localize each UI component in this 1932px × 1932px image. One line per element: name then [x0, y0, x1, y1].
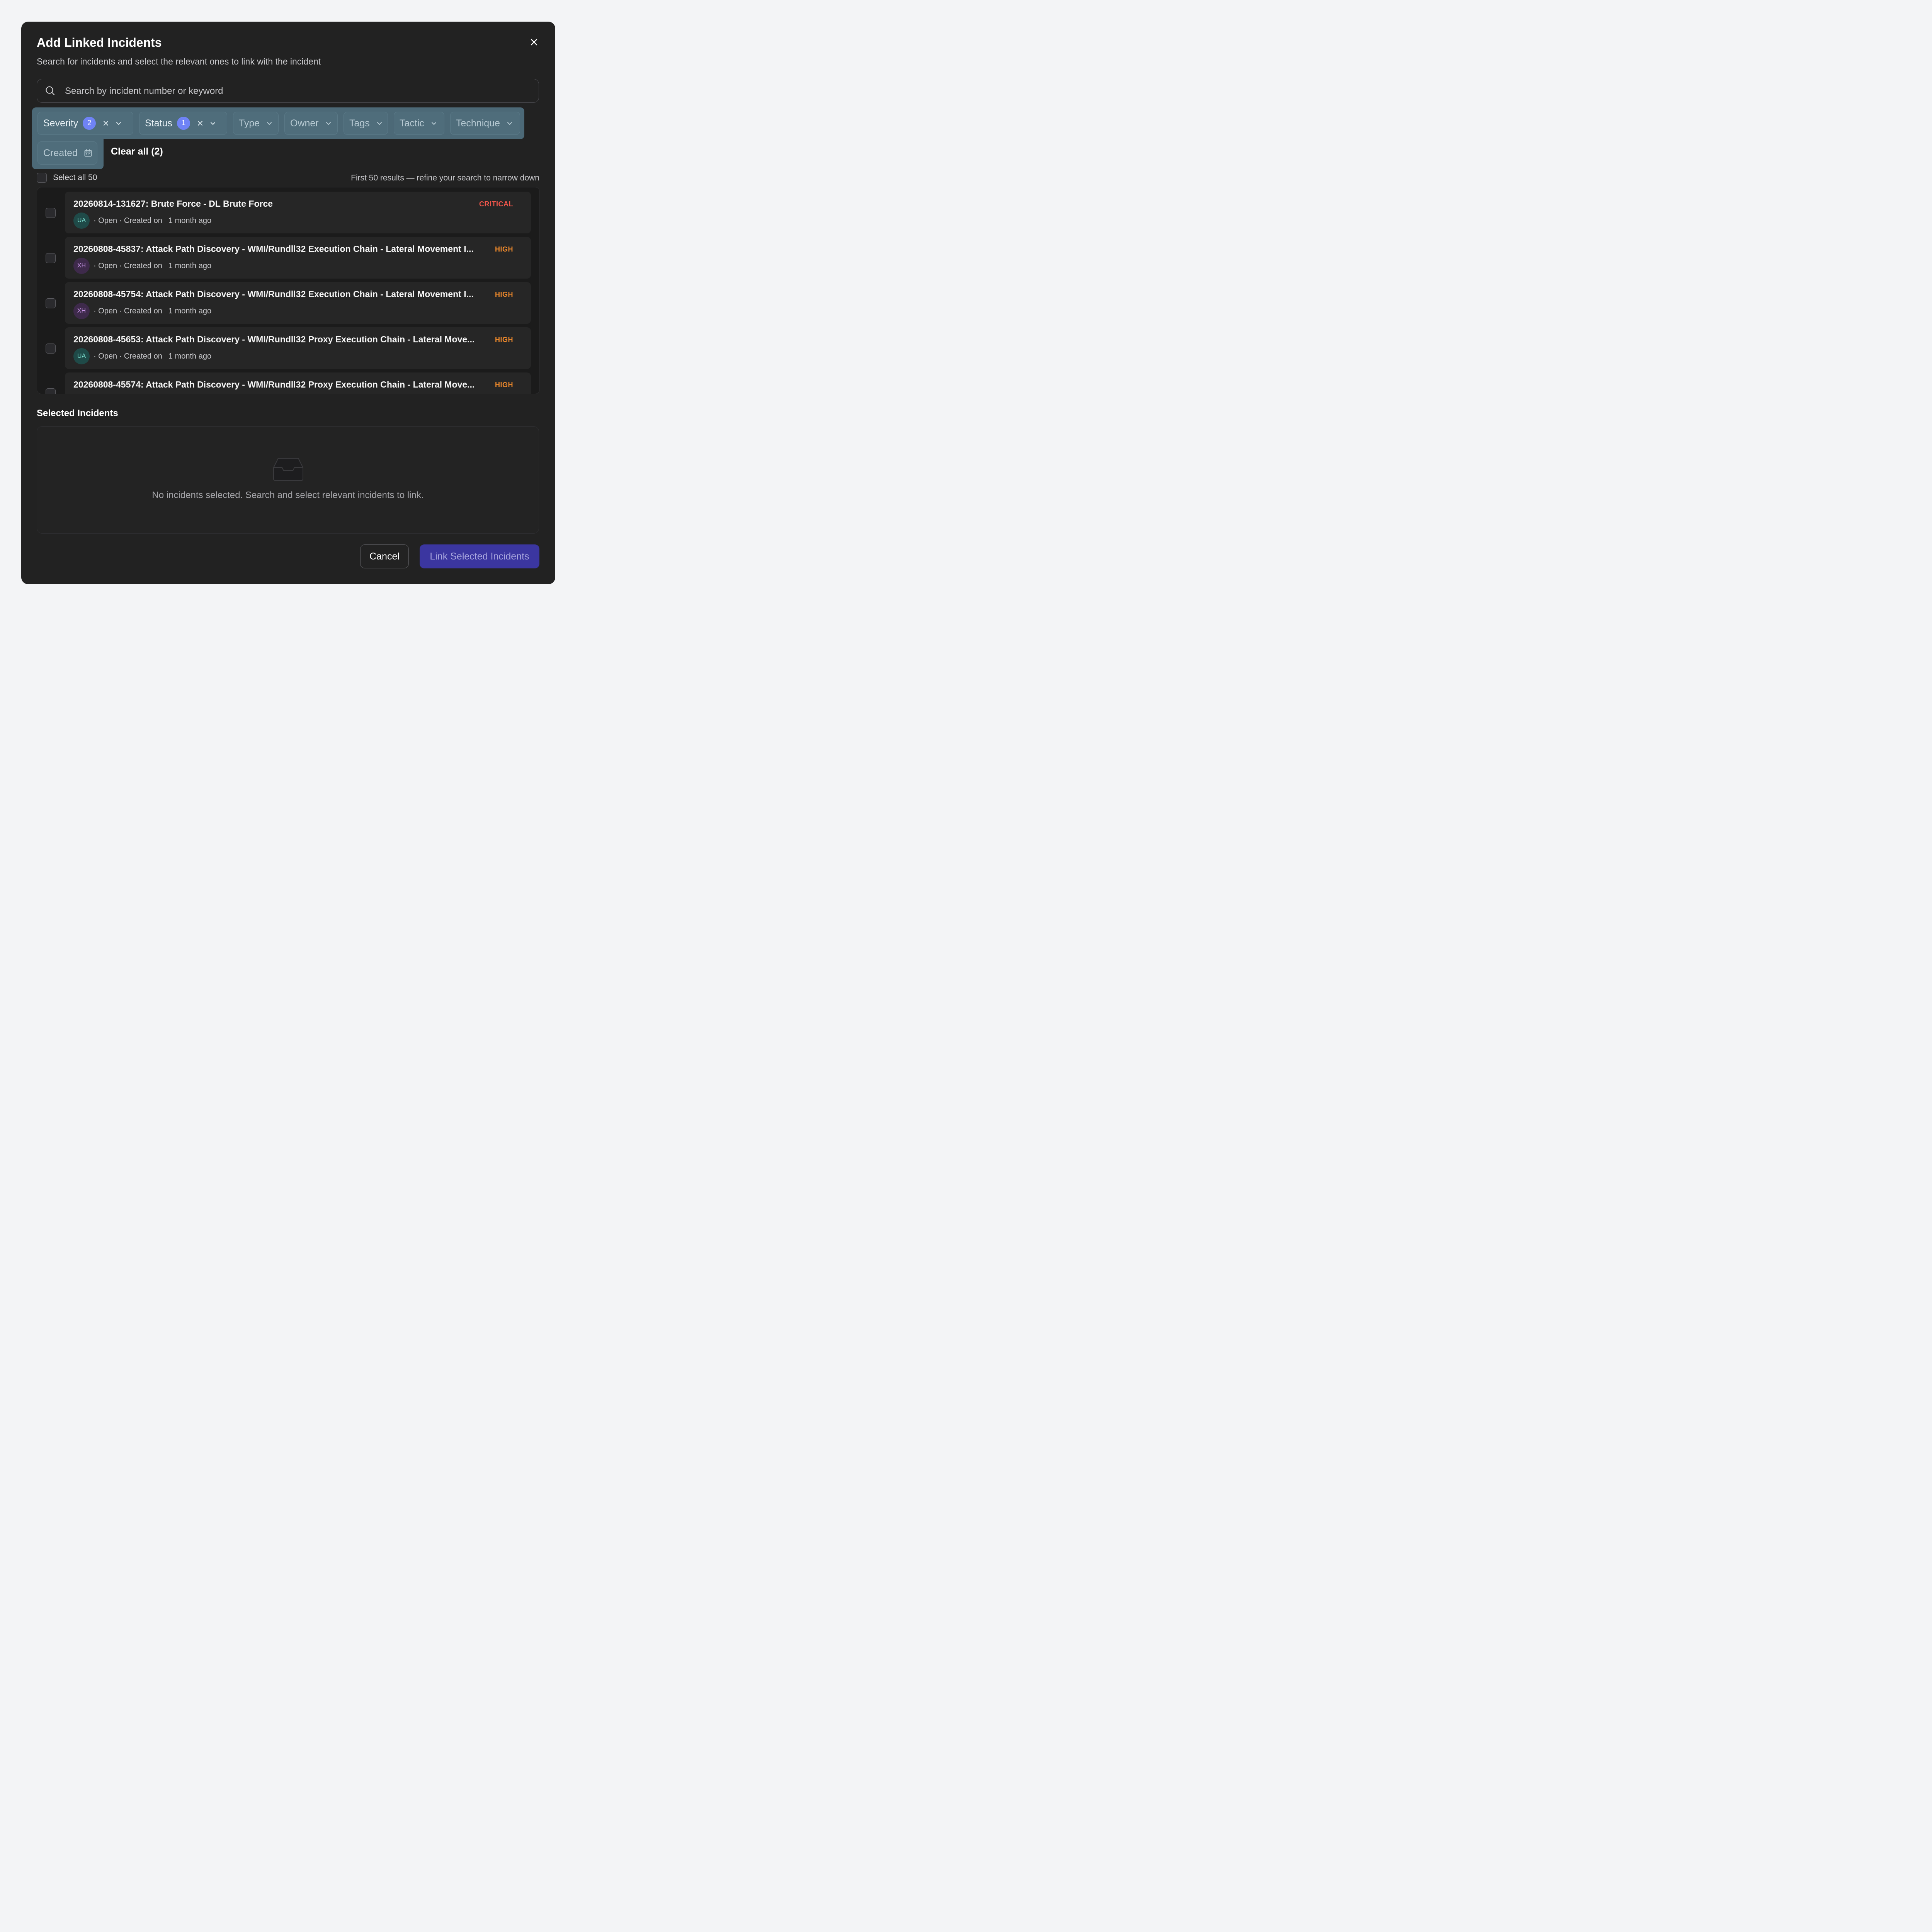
filter-tactic-label: Tactic [400, 117, 424, 129]
filter-owner-label: Owner [290, 117, 319, 129]
filter-owner[interactable]: Owner [284, 112, 338, 135]
incident-date: 1 month ago [168, 352, 212, 361]
incident-meta: UA · Open · Created on 1 month ago [73, 348, 211, 364]
filter-created-label: Created [43, 147, 78, 158]
filter-technique[interactable]: Technique [450, 112, 520, 135]
close-icon[interactable] [528, 36, 540, 48]
avatar: XH [73, 303, 90, 319]
chevron-down-icon [376, 120, 383, 127]
filter-status[interactable]: Status 1 [139, 112, 227, 135]
filter-tags-label: Tags [349, 117, 370, 129]
filter-severity[interactable]: Severity 2 [37, 112, 133, 135]
select-all-label: Select all 50 [53, 173, 97, 182]
chevron-down-icon [266, 120, 273, 127]
incident-meta: UA · Open · Created on 1 month ago [73, 212, 212, 229]
selected-incidents-title: Selected Incidents [37, 408, 118, 418]
incident-title: 20260814-131627: Brute Force - DL Brute … [73, 198, 273, 209]
chevron-down-icon [325, 120, 332, 127]
filter-severity-label: Severity [43, 117, 78, 129]
chevron-down-icon [115, 120, 122, 127]
incident-row[interactable]: 20260814-131627: Brute Force - DL Brute … [65, 191, 531, 233]
empty-state-text: No incidents selected. Search and select… [152, 490, 424, 500]
inbox-icon [273, 457, 303, 481]
incident-status: · Open · Created on [93, 261, 162, 270]
cancel-button[interactable]: Cancel [360, 544, 409, 568]
calendar-icon [84, 149, 92, 157]
chevron-down-icon [430, 120, 437, 127]
stage: Add Linked Incidents Search for incident… [0, 0, 577, 606]
modal-subtitle: Search for incidents and select the rele… [37, 56, 321, 66]
incident-title: 20260808-45837: Attack Path Discovery - … [73, 244, 474, 254]
close-button[interactable] [528, 36, 540, 48]
incident-row[interactable]: 20260808-45837: Attack Path Discovery - … [65, 237, 531, 279]
incident-checkbox[interactable] [45, 343, 56, 354]
filter-type-label: Type [238, 117, 260, 129]
results-note: First 50 results — refine your search to… [351, 173, 539, 182]
filter-created[interactable]: Created [37, 141, 97, 165]
filter-severity-count: 2 [83, 116, 96, 130]
filter-status-label: Status [145, 117, 172, 129]
avatar: XH [73, 258, 90, 274]
incident-checkbox[interactable] [45, 388, 56, 394]
filter-type[interactable]: Type [233, 112, 279, 135]
select-all[interactable]: Select all 50 [37, 172, 97, 183]
incident-meta: XH · Open · Created on 1 month ago [73, 303, 211, 319]
select-all-checkbox[interactable] [37, 172, 47, 183]
severity-badge: HIGH [495, 245, 513, 253]
incident-checkbox[interactable] [45, 208, 56, 218]
add-linked-incidents-modal: Add Linked Incidents Search for incident… [21, 21, 555, 584]
filter-tags[interactable]: Tags [343, 112, 388, 135]
clear-all-filters-button[interactable]: Clear all (2) [111, 146, 163, 157]
incident-date: 1 month ago [168, 306, 212, 315]
filter-technique-label: Technique [456, 117, 500, 129]
incident-checkbox[interactable] [45, 298, 56, 308]
incident-status: · Open · Created on [93, 216, 162, 225]
incident-title: 20260808-45574: Attack Path Discovery - … [73, 379, 475, 389]
x-icon [197, 121, 202, 126]
incident-date: 1 month ago [168, 216, 212, 225]
filter-status-count: 1 [177, 116, 190, 130]
severity-badge: HIGH [495, 290, 513, 298]
search-input[interactable] [64, 83, 529, 99]
clear-status-button[interactable] [197, 120, 203, 126]
chevron-down-icon [209, 120, 216, 127]
incident-row[interactable]: 20260808-45574: Attack Path Discovery - … [65, 372, 531, 394]
incident-list[interactable]: 20260814-131627: Brute Force - DL Brute … [37, 187, 540, 394]
avatar: UA [73, 348, 90, 364]
incident-checkbox[interactable] [45, 253, 56, 263]
selected-incidents-empty-state: No incidents selected. Search and select… [37, 426, 539, 534]
chevron-down-icon [506, 120, 513, 127]
x-icon [104, 121, 109, 126]
incident-meta: XH · Open · Created on 1 month ago [73, 258, 211, 274]
incident-row[interactable]: 20260808-45653: Attack Path Discovery - … [65, 327, 531, 369]
avatar: UA [73, 212, 90, 229]
incident-date: 1 month ago [168, 261, 212, 270]
search-icon [46, 86, 55, 95]
incident-row[interactable]: 20260808-45754: Attack Path Discovery - … [65, 282, 531, 324]
page-root: Add Linked Incidents Search for incident… [0, 0, 577, 606]
clear-severity-button[interactable] [103, 120, 109, 126]
incident-status: · Open · Created on [93, 352, 162, 361]
incident-status: · Open · Created on [93, 306, 162, 315]
search-box[interactable] [37, 78, 539, 103]
link-selected-incidents-button[interactable]: Link Selected Incidents [419, 544, 539, 568]
filter-tactic[interactable]: Tactic [394, 112, 444, 135]
incident-title: 20260808-45754: Attack Path Discovery - … [73, 289, 474, 299]
modal-title: Add Linked Incidents [37, 35, 162, 49]
severity-badge: HIGH [495, 335, 513, 344]
severity-badge: CRITICAL [479, 200, 513, 208]
incident-title: 20260808-45653: Attack Path Discovery - … [73, 334, 475, 344]
severity-badge: HIGH [495, 381, 513, 389]
